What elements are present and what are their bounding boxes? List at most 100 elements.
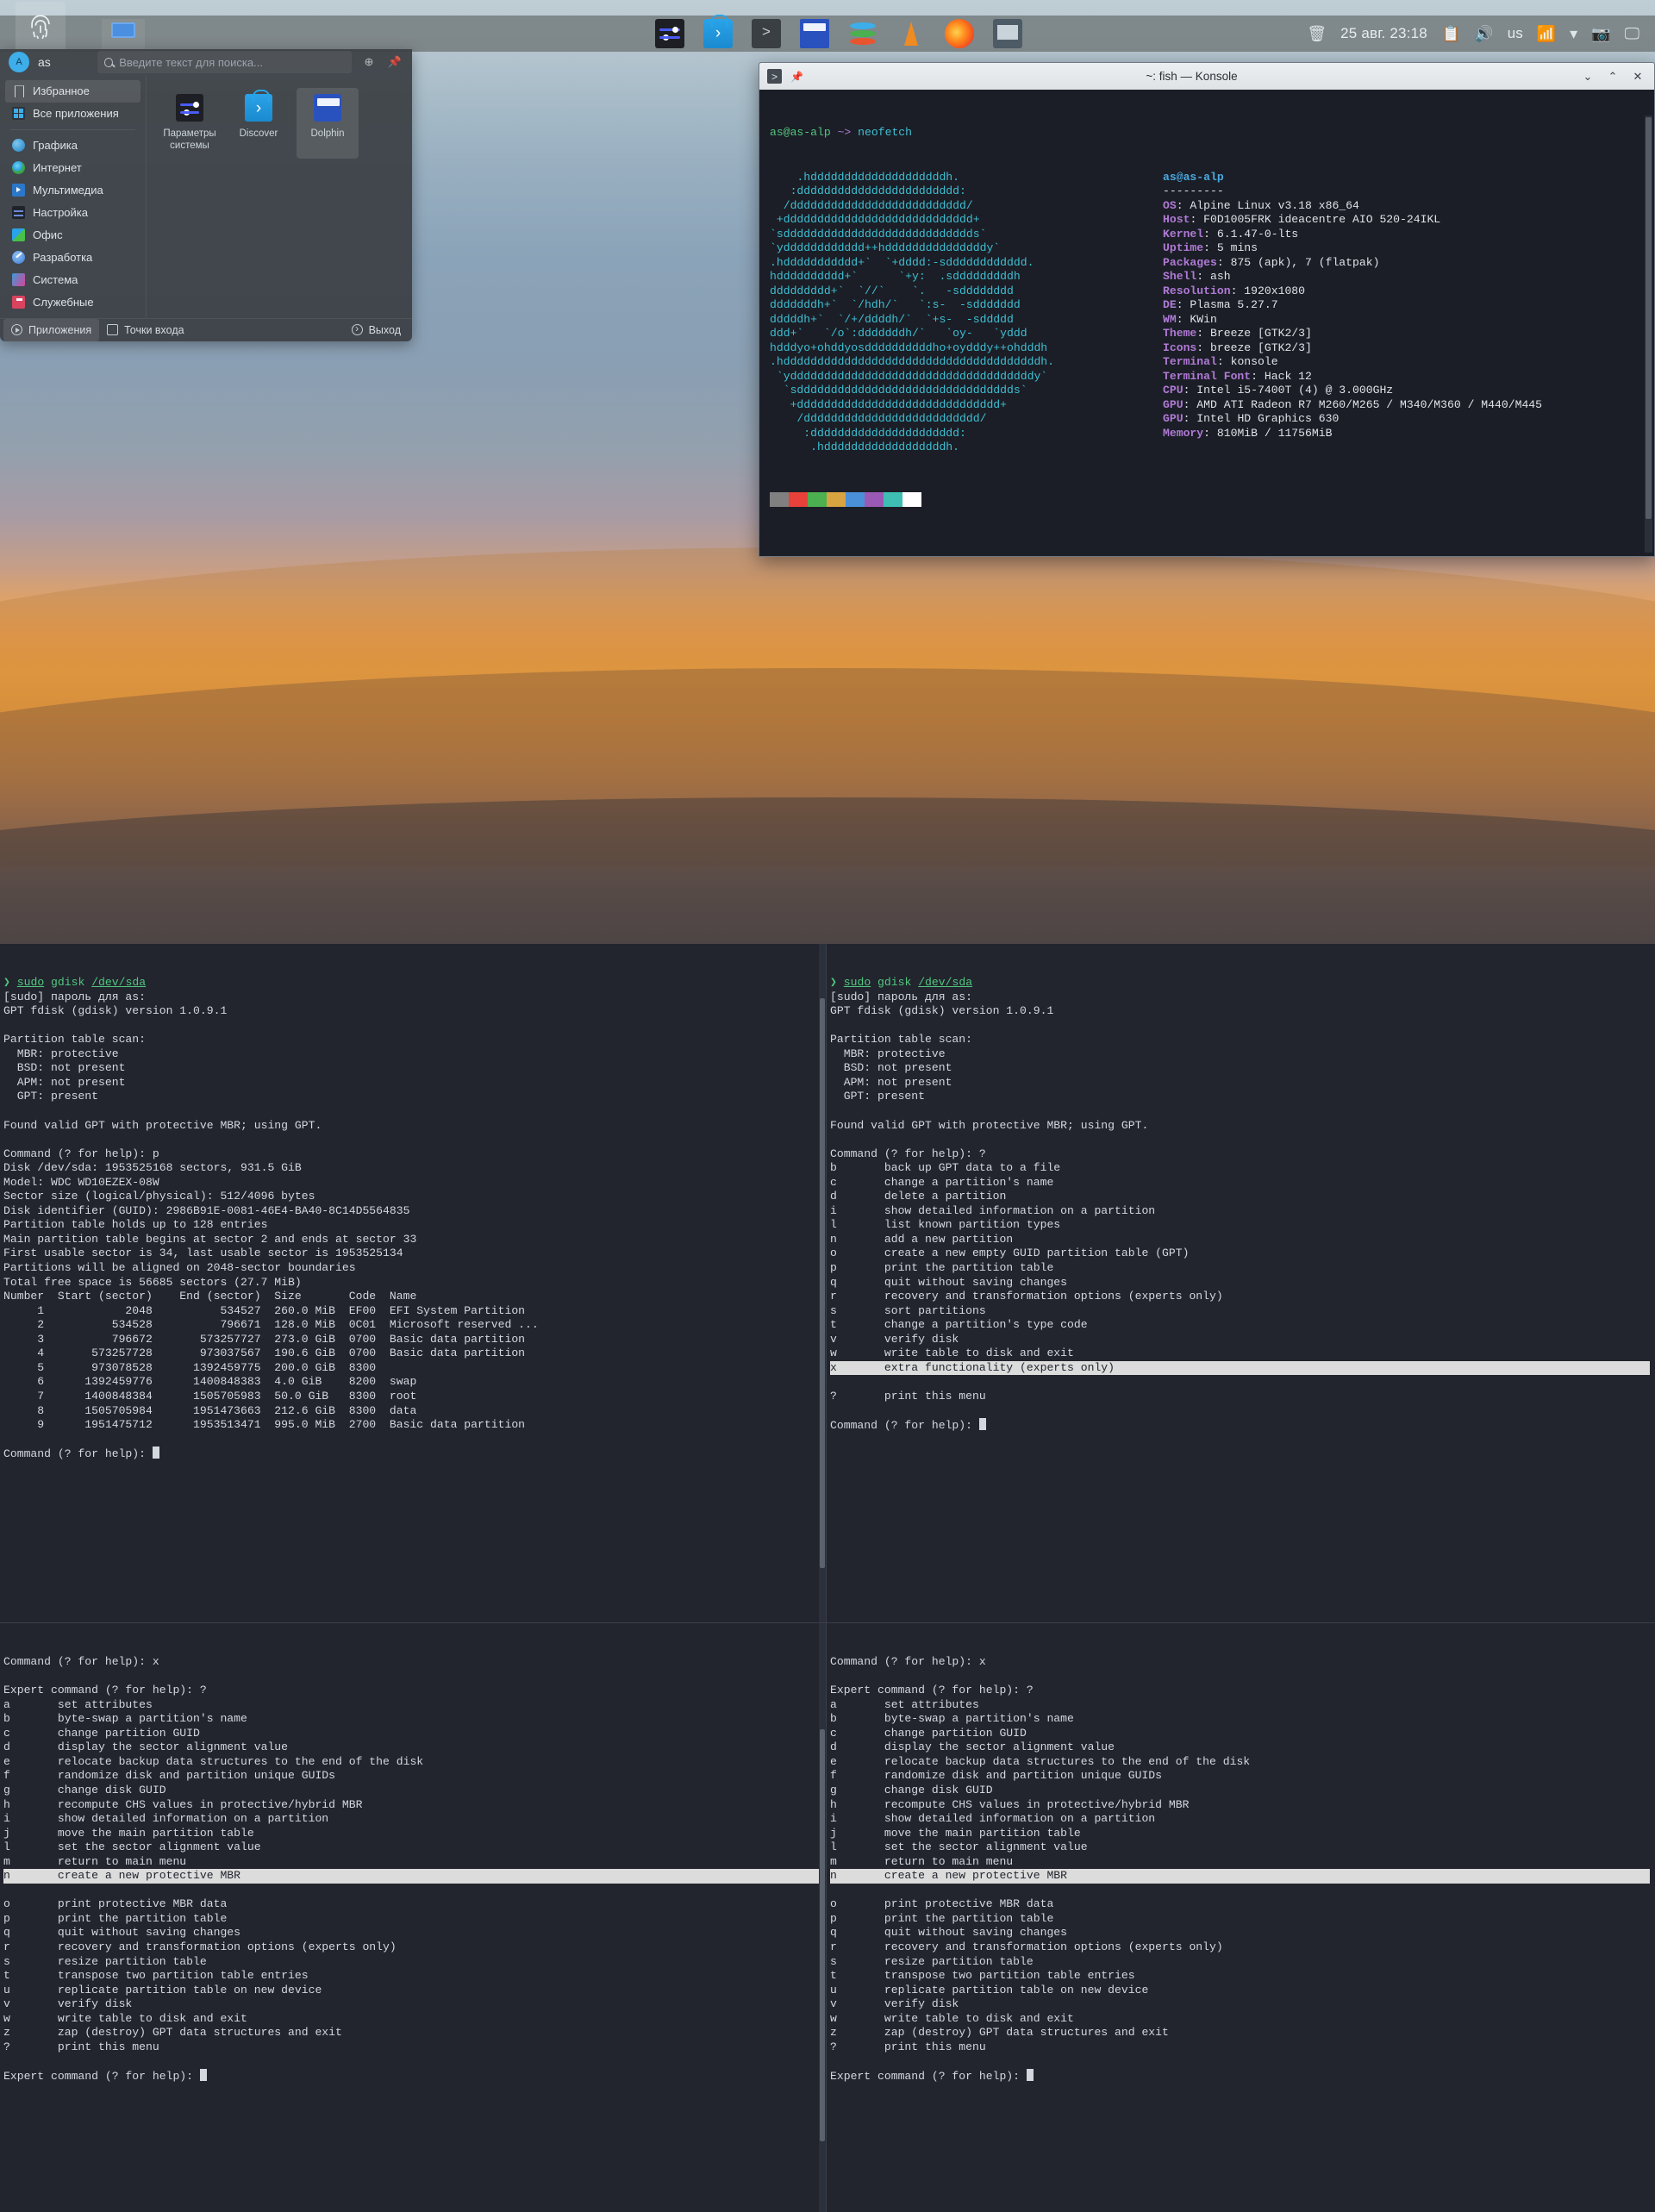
menu-item[interactable]: o print protective MBR data [3, 1897, 227, 1910]
menu-item[interactable]: m return to main menu [830, 1855, 1013, 1868]
menu-item[interactable]: r recovery and transformation options (e… [830, 1940, 1223, 1953]
menu-item[interactable]: p print the partition table [830, 1261, 1053, 1274]
menu-item[interactable]: ? print this menu [3, 2040, 159, 2053]
menu-item[interactable]: l list known partition types [830, 1218, 1060, 1231]
traffic-cone-icon[interactable] [896, 19, 926, 48]
menu-item[interactable]: w write table to disk and exit [830, 2012, 1074, 2025]
sidebar-item-development[interactable]: Разработка [5, 247, 141, 269]
folder-icon[interactable] [800, 19, 829, 48]
avatar[interactable]: A [9, 52, 29, 72]
menu-item[interactable]: d display the sector alignment value [3, 1740, 288, 1753]
app-tile-dolphin[interactable]: Dolphin [297, 88, 359, 159]
sidebar-item-favorites[interactable]: Избранное [5, 80, 141, 103]
clipboard-icon[interactable]: 📋 [1441, 26, 1460, 41]
menu-item[interactable]: b back up GPT data to a file [830, 1161, 1060, 1174]
display-icon[interactable]: 🖵 [1625, 26, 1639, 41]
scrollbar-thumb[interactable] [1646, 117, 1652, 519]
sidebar-item-utilities[interactable]: Служебные [5, 291, 141, 314]
menu-item[interactable]: b byte-swap a partition's name [3, 1712, 247, 1725]
close-button[interactable]: ✕ [1629, 70, 1646, 84]
menu-item-highlighted[interactable]: n create a new protective MBR [830, 1869, 1650, 1884]
minimize-button[interactable]: ⌄ [1579, 70, 1596, 84]
menu-item[interactable]: g change disk GUID [3, 1784, 166, 1796]
menu-item[interactable]: g change disk GUID [830, 1784, 993, 1796]
sidebar-item-settings[interactable]: Настройка [5, 202, 141, 224]
menu-item[interactable]: c change partition GUID [3, 1727, 200, 1740]
menu-item-highlighted[interactable]: n create a new protective MBR [3, 1869, 821, 1884]
menu-item[interactable]: z zap (destroy) GPT data structures and … [830, 2026, 1169, 2039]
sidebar-item-system[interactable]: Система [5, 269, 141, 291]
terminal-icon[interactable]: > [752, 19, 781, 48]
scrollbar-thumb[interactable] [820, 1729, 825, 2141]
menu-item[interactable]: q quit without saving changes [830, 1276, 1067, 1289]
keyboard-layout-indicator[interactable]: us [1508, 25, 1523, 42]
menu-item[interactable]: s sort partitions [830, 1304, 986, 1317]
menu-item[interactable]: w write table to disk and exit [3, 2012, 247, 2025]
menu-item[interactable]: c change partition GUID [830, 1727, 1027, 1740]
terminal-pane-bottom-left[interactable]: Command (? for help): x Expert command (… [0, 1622, 826, 2212]
menu-item[interactable]: o print protective MBR data [830, 1897, 1053, 1910]
menu-item[interactable]: ? print this menu [830, 2040, 986, 2053]
menu-item[interactable]: a set attributes [3, 1698, 153, 1711]
sidebar-item-all-apps[interactable]: Все приложения [5, 103, 141, 125]
pane-scrollbar[interactable] [819, 1623, 826, 2212]
pin-icon[interactable]: 📌 [386, 53, 403, 71]
sidebar-item-multimedia[interactable]: Мультимедиа [5, 179, 141, 202]
leave-button[interactable]: Выход [344, 319, 409, 341]
menu-item[interactable]: r recovery and transformation options (e… [830, 1290, 1223, 1303]
sidebar-item-office[interactable]: Офис [5, 224, 141, 247]
menu-item[interactable]: e relocate backup data structures to the… [3, 1755, 423, 1768]
menu-item[interactable]: w write table to disk and exit [830, 1347, 1074, 1359]
menu-item[interactable]: t transpose two partition table entries [830, 1969, 1135, 1982]
menu-item[interactable]: z zap (destroy) GPT data structures and … [3, 2026, 342, 2039]
menu-item-highlighted[interactable]: x extra functionality (experts only) [830, 1361, 1650, 1376]
menu-item[interactable]: f randomize disk and partition unique GU… [830, 1769, 1162, 1782]
menu-item[interactable]: s resize partition table [3, 1955, 207, 1968]
pane-scrollbar[interactable] [819, 944, 826, 1622]
menu-item[interactable]: t change a partition's type code [830, 1318, 1088, 1331]
terminal-pane-top-right[interactable]: ❯ sudo gdisk /dev/sda [sudo] пароль для … [826, 944, 1655, 1622]
footer-tab-places[interactable]: Точки входа [99, 319, 191, 341]
menu-item[interactable]: v verify disk [830, 1997, 959, 2010]
menu-item[interactable]: v verify disk [830, 1333, 959, 1346]
chevron-down-icon[interactable]: ▾ [1570, 26, 1577, 41]
menu-item[interactable]: n add a new partition [830, 1233, 1013, 1246]
menu-item[interactable]: j move the main partition table [830, 1827, 1081, 1840]
search-input[interactable] [119, 56, 345, 69]
menu-item[interactable]: i show detailed information on a partiti… [3, 1812, 328, 1825]
menu-item[interactable]: b byte-swap a partition's name [830, 1712, 1074, 1725]
menu-item[interactable]: q quit without saving changes [830, 1926, 1067, 1939]
terminal-pane-bottom-right[interactable]: Command (? for help): x Expert command (… [826, 1622, 1655, 2212]
menu-item[interactable]: c change a partition's name [830, 1176, 1053, 1189]
menu-item[interactable]: t transpose two partition table entries [3, 1969, 309, 1982]
camera-icon[interactable]: 📷 [1591, 26, 1610, 41]
terminal-icon[interactable]: > [767, 69, 782, 84]
menu-item[interactable]: ? print this menu [830, 1390, 986, 1403]
shopping-bag-icon[interactable] [703, 19, 733, 48]
taskbar-window-entry[interactable] [102, 19, 145, 52]
menu-item[interactable]: p print the partition table [830, 1912, 1053, 1925]
menu-item[interactable]: l set the sector alignment value [3, 1840, 261, 1853]
menu-item[interactable]: a set attributes [830, 1698, 979, 1711]
menu-item[interactable]: h recompute CHS values in protective/hyb… [3, 1798, 362, 1811]
menu-item[interactable]: h recompute CHS values in protective/hyb… [830, 1798, 1189, 1811]
sidebar-item-graphics[interactable]: Графика [5, 134, 141, 157]
menu-item[interactable]: j move the main partition table [3, 1827, 254, 1840]
search-field[interactable] [97, 51, 352, 73]
terminal-pane-top-left[interactable]: ❯ sudo gdisk /dev/sda [sudo] пароль для … [0, 944, 826, 1622]
menu-item[interactable]: p print the partition table [3, 1912, 227, 1925]
scrollbar-thumb[interactable] [820, 998, 825, 1568]
menu-item[interactable]: v verify disk [3, 1997, 132, 2010]
configure-icon[interactable]: ⊕ [360, 53, 378, 71]
menu-item[interactable]: u replicate partition table on new devic… [830, 1984, 1148, 1996]
menu-item[interactable]: r recovery and transformation options (e… [3, 1940, 397, 1953]
footer-tab-applications[interactable]: Приложения [3, 319, 99, 341]
menu-item[interactable]: i show detailed information on a partiti… [830, 1812, 1155, 1825]
menu-item[interactable]: m return to main menu [3, 1855, 186, 1868]
app-tile-system-settings[interactable]: Параметры системы [159, 88, 221, 159]
konsole-scrollbar[interactable] [1645, 116, 1652, 553]
menu-item[interactable]: s resize partition table [830, 1955, 1034, 1968]
trash-icon[interactable]: 🗑 [1307, 26, 1327, 41]
menu-item[interactable]: d display the sector alignment value [830, 1740, 1115, 1753]
menu-item[interactable]: o create a new empty GUID partition tabl… [830, 1247, 1189, 1259]
